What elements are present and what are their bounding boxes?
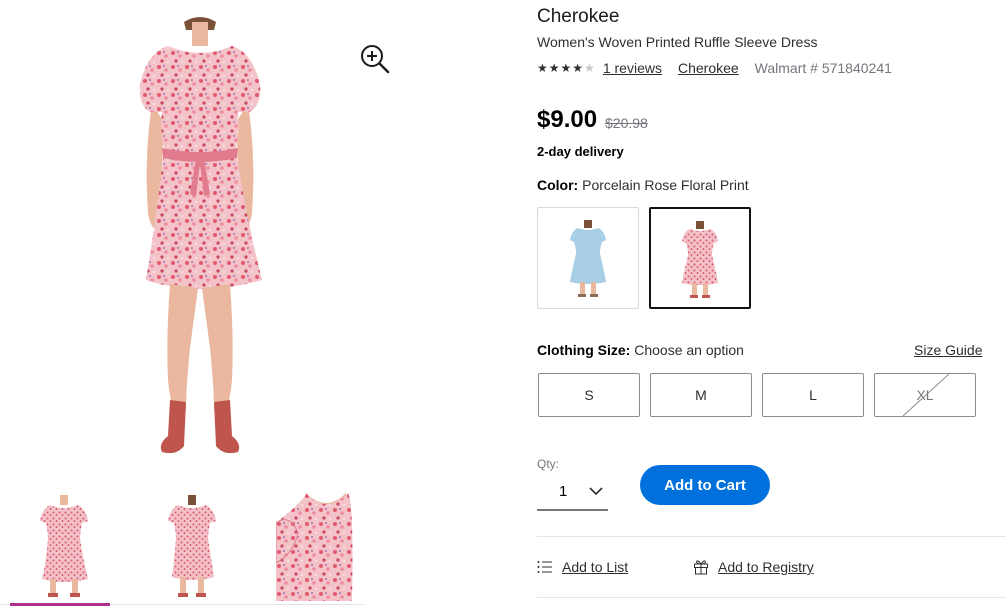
size-option-label: XL xyxy=(916,387,934,403)
color-swatch-pink-floral[interactable] xyxy=(649,207,751,309)
size-option-label: S xyxy=(584,387,594,403)
star-filled-icon: ★ xyxy=(537,61,548,75)
quantity-label: Qty: xyxy=(537,457,560,471)
thumbnail-detail[interactable] xyxy=(276,493,386,601)
item-number: Walmart # 571840241 xyxy=(754,60,892,76)
star-filled-icon: ★ xyxy=(548,61,560,75)
size-option-m[interactable]: M xyxy=(650,373,752,417)
add-to-list-button[interactable]: Add to List xyxy=(537,557,628,577)
size-option-s[interactable]: S xyxy=(538,373,640,417)
star-rating: ★ ★ ★ ★ ★ xyxy=(537,62,595,74)
color-label: Color: Porcelain Rose Floral Print xyxy=(537,177,749,193)
brand-link[interactable]: Cherokee xyxy=(678,60,739,76)
size-prompt: Choose an option xyxy=(634,342,744,358)
add-to-registry-label: Add to Registry xyxy=(718,559,814,575)
size-label: Clothing Size: Choose an option xyxy=(537,342,744,358)
zoom-in-icon[interactable] xyxy=(358,42,390,74)
active-thumbnail-indicator xyxy=(10,603,110,606)
star-empty-icon: ★ xyxy=(584,61,595,75)
thumbnail-strip xyxy=(0,493,386,606)
color-selected-value: Porcelain Rose Floral Print xyxy=(582,177,749,193)
delivery-badge: 2-day delivery xyxy=(537,144,624,159)
product-brand-title: Cherokee xyxy=(537,6,620,27)
star-filled-icon: ★ xyxy=(560,61,572,75)
product-name: Women's Woven Printed Ruffle Sleeve Dres… xyxy=(537,34,818,50)
divider xyxy=(537,597,1006,598)
current-price: $9.00 xyxy=(537,106,598,133)
quantity-select[interactable]: 1 xyxy=(537,473,608,511)
add-to-cart-button[interactable]: Add to Cart xyxy=(640,465,770,505)
main-product-image[interactable] xyxy=(100,8,300,468)
color-swatch-blue[interactable] xyxy=(537,207,639,309)
star-filled-icon: ★ xyxy=(572,61,584,75)
quantity-value: 1 xyxy=(559,482,568,500)
size-option-l[interactable]: L xyxy=(762,373,864,417)
thumbnail-back[interactable] xyxy=(138,493,248,601)
size-label-key: Clothing Size: xyxy=(537,342,631,358)
size-option-label: L xyxy=(809,387,817,403)
reviews-link[interactable]: 1 reviews xyxy=(603,60,662,76)
size-option-label: M xyxy=(695,387,707,403)
add-to-registry-button[interactable]: Add to Registry xyxy=(693,557,814,577)
list-icon xyxy=(537,561,552,573)
was-price: $20.98 xyxy=(605,115,648,131)
color-label-key: Color: xyxy=(537,177,579,193)
divider xyxy=(537,536,1006,537)
add-to-list-label: Add to List xyxy=(562,559,629,575)
size-guide-link[interactable]: Size Guide xyxy=(914,342,982,358)
gift-icon xyxy=(694,560,708,575)
size-option-xl-unavailable[interactable]: XL xyxy=(874,373,976,417)
chevron-down-icon xyxy=(589,482,603,500)
rating-row: ★ ★ ★ ★ ★ 1 reviews Cherokee Walmart # 57184… xyxy=(537,59,892,77)
thumbnail-front[interactable] xyxy=(10,493,120,601)
